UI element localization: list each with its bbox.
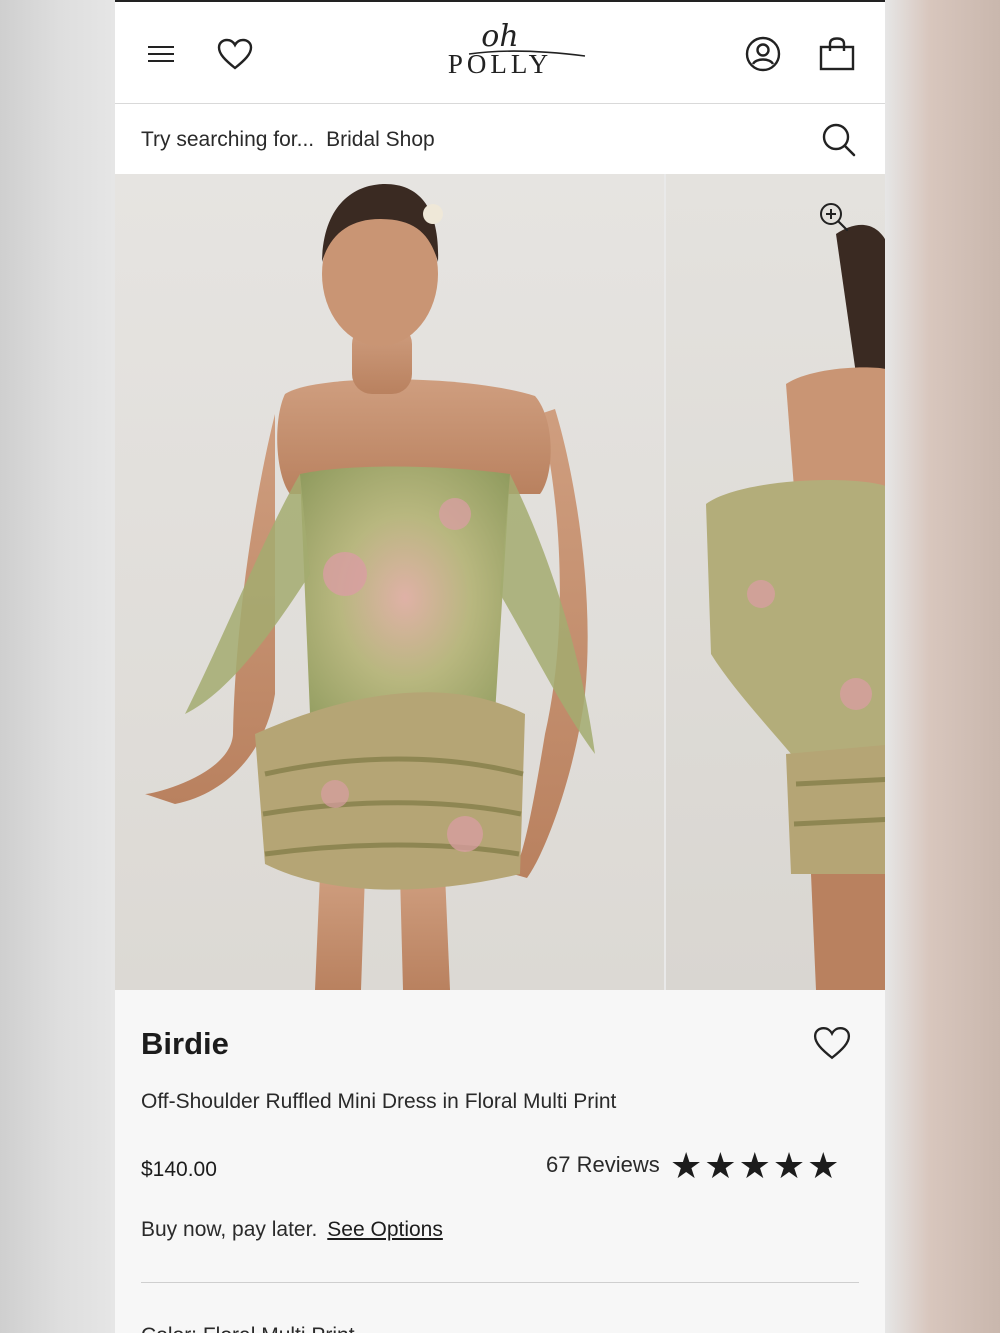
star-icon: ★ (704, 1145, 737, 1186)
product-image-front[interactable] (115, 174, 664, 990)
top-header: oh POLLY (115, 0, 885, 104)
product-image-back[interactable] (666, 174, 885, 990)
star-icon: ★ (772, 1145, 806, 1186)
product-price: $140.00 (141, 1158, 217, 1181)
search-prefix: Try searching for... (141, 128, 315, 151)
bnpl-message: Buy now, pay later. See Options (141, 1218, 443, 1242)
shopping-bag-icon (819, 37, 855, 71)
bnpl-text: Buy now, pay later. (141, 1218, 318, 1241)
section-divider (141, 1282, 859, 1283)
search-button[interactable] (821, 122, 857, 158)
star-rating[interactable]: ★ ★ ★ ★ ★ (670, 1146, 839, 1186)
logo-swash (468, 50, 586, 57)
wishlist-button[interactable] (213, 32, 257, 76)
brand-logo[interactable]: oh POLLY (415, 22, 586, 92)
hamburger-icon (148, 46, 174, 62)
bag-button[interactable] (815, 32, 859, 76)
star-icon: ★ (670, 1145, 703, 1186)
product-name: Birdie (141, 1026, 229, 1061)
see-options-link[interactable]: See Options (327, 1218, 443, 1241)
model-back-illustration (706, 225, 885, 990)
user-icon (745, 36, 781, 72)
heart-icon (217, 38, 253, 70)
heart-icon (813, 1027, 851, 1060)
product-description: Off-Shoulder Ruffled Mini Dress in Flora… (141, 1090, 617, 1113)
search-input[interactable]: Try searching for... Bridal Shop (141, 128, 435, 152)
model-front-illustration (145, 184, 595, 990)
product-info: Birdie Off-Shoulder Ruffled Mini Dress i… (115, 990, 885, 1333)
zoom-button[interactable] (819, 202, 849, 232)
star-icon: ★ (738, 1145, 771, 1186)
zoom-in-icon (820, 203, 849, 232)
reviews-link[interactable]: 67 Reviews (546, 1152, 660, 1178)
color-selection-label: Color: Floral Multi Print (141, 1324, 355, 1333)
menu-button[interactable] (139, 32, 183, 76)
search-bar[interactable]: Try searching for... Bridal Shop (115, 104, 885, 174)
search-suggestion: Bridal Shop (326, 128, 435, 151)
star-icon: ★ (807, 1145, 840, 1186)
phone-frame: oh POLLY Try searching for... Bridal Shop (115, 0, 885, 1333)
add-to-wishlist-button[interactable] (813, 1026, 851, 1060)
product-image-gallery[interactable] (115, 174, 885, 990)
account-button[interactable] (741, 32, 785, 76)
search-icon (822, 123, 856, 157)
